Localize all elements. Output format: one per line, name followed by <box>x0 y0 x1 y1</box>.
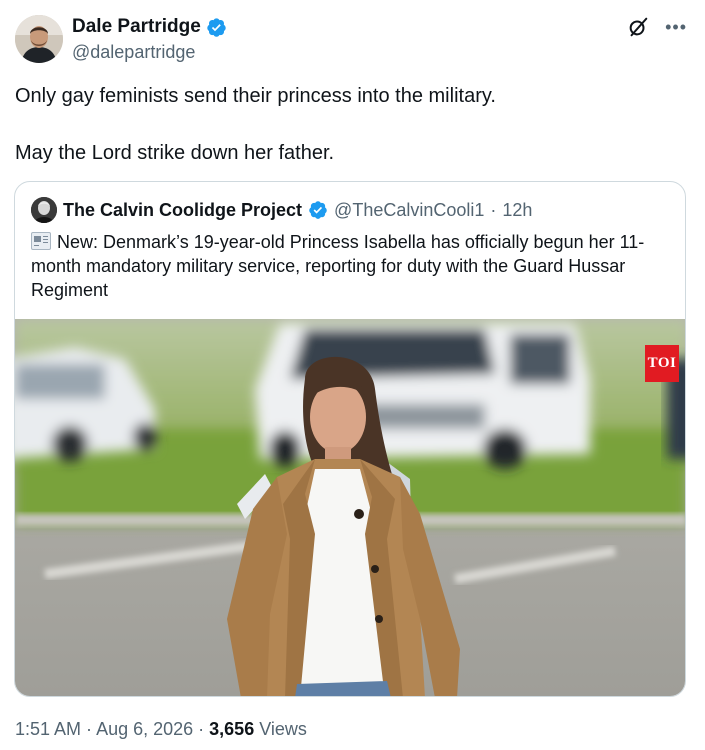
quoted-author-name[interactable]: The Calvin Coolidge Project <box>63 200 302 221</box>
quoted-tweet[interactable]: The Calvin Coolidge Project @TheCalvinCo… <box>14 181 686 697</box>
tweet-text: Only gay feminists send their princess i… <box>15 84 685 166</box>
author-avatar[interactable] <box>15 15 63 63</box>
verified-badge-icon <box>207 17 226 37</box>
author-handle[interactable]: @dalepartridge <box>72 41 195 63</box>
toi-watermark: TOI <box>645 345 679 382</box>
quoted-author-handle[interactable]: @TheCalvinCooli1 <box>334 200 484 221</box>
more-options-icon[interactable]: ••• <box>665 17 687 37</box>
views-count: 3,656 <box>209 719 255 739</box>
quoted-tweet-text: New: Denmark’s 19-year-old Princess Isab… <box>31 230 671 302</box>
views-label: Views <box>259 719 307 739</box>
quoted-author-avatar[interactable] <box>31 197 57 223</box>
tweet-meta: 1:51 AM · Aug 6, 2026 · 3,656 Views <box>15 718 307 740</box>
newspaper-icon <box>31 232 51 250</box>
quoted-timestamp[interactable]: 12h <box>502 200 532 221</box>
quoted-tweet-header: The Calvin Coolidge Project @TheCalvinCo… <box>31 197 532 223</box>
quoted-tweet-image[interactable]: TOI <box>15 319 685 696</box>
tweet-date[interactable]: Aug 6, 2026 <box>96 719 193 739</box>
tweet-actions-top: ••• <box>627 16 687 38</box>
author-name-text[interactable]: Dale Partridge <box>72 15 201 39</box>
grok-icon[interactable] <box>627 16 649 38</box>
tweet-time[interactable]: 1:51 AM <box>15 719 81 739</box>
meta-separator-2: · <box>193 719 210 739</box>
tweet-text-line-2: May the Lord strike down her father. <box>15 142 335 164</box>
quoted-verified-badge-icon <box>309 201 327 219</box>
quoted-separator: · <box>490 199 497 220</box>
meta-separator-1: · <box>81 719 97 739</box>
quoted-tweet-body: New: Denmark’s 19-year-old Princess Isab… <box>31 232 645 300</box>
toi-watermark-text: TOI <box>647 355 677 371</box>
tweet-text-line-1: Only gay feminists send their princess i… <box>15 85 496 107</box>
author-name[interactable]: Dale Partridge <box>72 15 227 39</box>
